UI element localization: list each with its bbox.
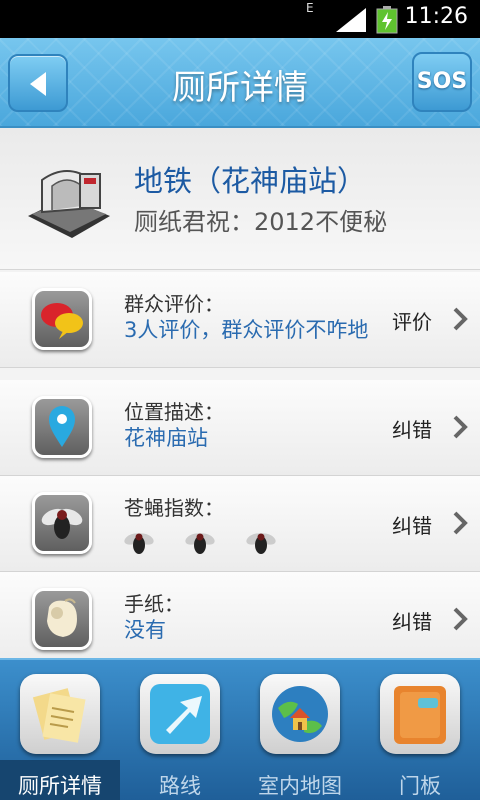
toilet-summary: 地铁（花神庙站） 厕纸君祝：2012不便秘	[0, 128, 480, 270]
chevron-right-icon	[453, 415, 468, 439]
clock: 11:26	[404, 4, 468, 29]
location-pin-icon	[32, 396, 92, 458]
row-label: 手纸：	[124, 592, 184, 616]
bottom-tab-bar: 厕所详情 路线 室内地图 门板	[0, 658, 480, 800]
chevron-right-icon	[453, 307, 468, 331]
speech-bubbles-icon	[32, 288, 92, 350]
subway-entrance-icon	[28, 170, 110, 238]
battery-charging-icon	[376, 6, 398, 34]
page-title: 厕所详情	[172, 68, 308, 108]
list-item-toilet-paper[interactable]: 手纸： 没有 纠错	[0, 572, 480, 668]
chevron-right-icon	[453, 607, 468, 631]
door-board-icon	[380, 674, 460, 754]
fly-icon	[246, 533, 276, 554]
row-label: 位置描述：	[124, 400, 224, 424]
tab-label: 门板	[399, 774, 441, 798]
place-description: 厕纸君祝：2012不便秘	[134, 208, 388, 236]
fly-icon	[185, 533, 215, 554]
row-label: 苍蝇指数：	[124, 496, 224, 520]
report-error-button[interactable]: 纠错	[392, 414, 432, 443]
place-name: 地铁（花神庙站）	[134, 164, 367, 198]
tab-door-panel[interactable]: 门板	[360, 660, 480, 800]
status-bar: E 11:26	[0, 0, 480, 38]
tab-label: 厕所详情	[18, 774, 102, 798]
route-arrow-icon	[140, 674, 220, 754]
fly-rating	[122, 528, 300, 560]
tab-indoor-map[interactable]: 室内地图	[240, 660, 360, 800]
network-type-icon: E	[306, 1, 314, 15]
fly-icon	[124, 533, 154, 554]
documents-icon	[20, 674, 100, 754]
row-value: 3人评价，群众评价不咋地	[124, 318, 369, 342]
list-item-location[interactable]: 位置描述： 花神庙站 纠错	[0, 380, 480, 476]
tab-toilet-details[interactable]: 厕所详情	[0, 660, 120, 800]
sos-button[interactable]: SOS	[412, 52, 472, 112]
row-label: 群众评价：	[124, 292, 224, 316]
fly-icon	[32, 492, 92, 554]
report-error-button[interactable]: 纠错	[392, 606, 432, 635]
chevron-right-icon	[453, 511, 468, 535]
rate-button[interactable]: 评价	[392, 306, 432, 335]
row-value: 没有	[124, 618, 166, 642]
toilet-paper-icon	[32, 588, 92, 650]
header: 厕所详情 SOS	[0, 38, 480, 128]
tab-route[interactable]: 路线	[120, 660, 240, 800]
list-item-fly-index[interactable]: 苍蝇指数： 纠错	[0, 476, 480, 572]
globe-house-icon	[260, 674, 340, 754]
row-value: 花神庙站	[124, 426, 208, 450]
signal-icon	[336, 8, 366, 32]
list-item-rating[interactable]: 群众评价： 3人评价，群众评价不咋地 评价	[0, 272, 480, 368]
tab-label: 室内地图	[258, 774, 342, 798]
tab-label: 路线	[159, 774, 201, 798]
report-error-button[interactable]: 纠错	[392, 510, 432, 539]
